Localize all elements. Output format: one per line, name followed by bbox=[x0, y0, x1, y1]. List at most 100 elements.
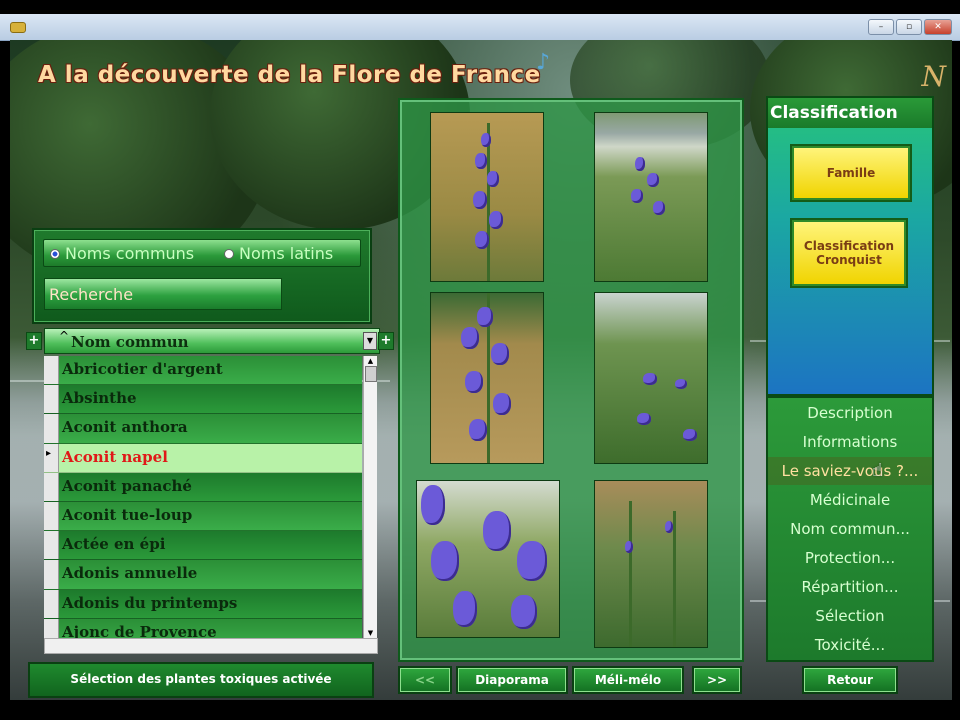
menu-item-le-saviez-vous[interactable]: Le saviez-vous ?... bbox=[768, 457, 932, 485]
scroll-thumb[interactable] bbox=[365, 366, 377, 382]
photo-flower bbox=[647, 173, 659, 187]
list-item-label: Absinthe bbox=[62, 389, 137, 408]
plant-photo[interactable] bbox=[594, 480, 708, 648]
photo-flower bbox=[461, 327, 479, 349]
photo-flower bbox=[493, 393, 511, 415]
list-item[interactable]: Aconit anthora bbox=[44, 414, 362, 444]
classification-title: Classification bbox=[768, 98, 932, 128]
photo-flower bbox=[483, 511, 511, 551]
menu-item-description[interactable]: Description bbox=[768, 399, 932, 427]
menu-item-selection[interactable]: Sélection bbox=[768, 602, 932, 630]
name-mode-panel: Noms communs Noms latins Recherche bbox=[32, 228, 372, 324]
list-item-label: Aconit anthora bbox=[62, 418, 188, 437]
next-button[interactable]: >> bbox=[692, 666, 742, 694]
list-item-label: Adonis du printemps bbox=[62, 593, 238, 612]
app-stage: A la découverte de la Flore de France ♪ … bbox=[10, 40, 952, 700]
minimize-button[interactable]: – bbox=[868, 19, 894, 35]
plant-photo[interactable] bbox=[594, 112, 708, 282]
photo-flower bbox=[631, 189, 643, 203]
row-gutter bbox=[44, 414, 59, 443]
list-vertical-scrollbar[interactable]: ▲ ▼ bbox=[363, 356, 377, 638]
list-item[interactable]: Actée en épi bbox=[44, 531, 362, 561]
slideshow-button[interactable]: Diaporama bbox=[456, 666, 568, 694]
list-item-label: Abricotier d'argent bbox=[62, 360, 223, 378]
family-button[interactable]: Famille bbox=[792, 146, 910, 200]
add-left-button[interactable]: + bbox=[26, 332, 42, 350]
scroll-up-icon[interactable]: ▲ bbox=[364, 356, 377, 366]
plant-list: + Nom commun ▼ ^ + Abricotier d'argent A… bbox=[20, 326, 394, 656]
menu-item-medicinale[interactable]: Médicinale bbox=[768, 486, 932, 514]
add-right-button[interactable]: + bbox=[378, 332, 394, 350]
list-header-label: Nom commun bbox=[71, 333, 189, 351]
status-bar: Sélection des plantes toxiques activée bbox=[28, 662, 374, 698]
cronquist-button[interactable]: Classification Cronquist bbox=[792, 220, 906, 286]
sort-indicator-icon: ^ bbox=[59, 329, 70, 343]
photo-flower bbox=[653, 201, 665, 215]
list-item[interactable]: Ajonc de Provence bbox=[44, 618, 362, 638]
photo-flower bbox=[465, 371, 483, 393]
list-item[interactable]: Adonis annuelle bbox=[44, 560, 362, 590]
plant-photo[interactable] bbox=[594, 292, 708, 464]
row-gutter bbox=[44, 501, 59, 531]
row-gutter bbox=[44, 472, 59, 501]
plant-photo[interactable] bbox=[430, 112, 544, 282]
list-item[interactable]: Absinthe bbox=[44, 385, 362, 415]
photo-flower bbox=[643, 373, 657, 385]
plant-photo[interactable] bbox=[416, 480, 560, 638]
scroll-down-icon[interactable]: ▼ bbox=[364, 628, 377, 638]
radio-common-names[interactable]: Noms communs bbox=[50, 244, 194, 263]
close-button[interactable]: ✕ bbox=[924, 19, 952, 35]
info-menu: Description Informations Le saviez-vous … bbox=[766, 396, 934, 662]
list-item[interactable]: Abricotier d'argent bbox=[44, 356, 362, 386]
radio-unselected-icon bbox=[224, 248, 234, 259]
menu-item-repartition[interactable]: Répartition... bbox=[768, 573, 932, 601]
list-item[interactable]: Aconit tue-loup bbox=[44, 501, 362, 532]
list-horizontal-scrollbar[interactable] bbox=[44, 638, 378, 654]
top-frame bbox=[0, 0, 960, 14]
photo-flower bbox=[637, 413, 651, 425]
window-controls: – ▫ ✕ bbox=[868, 19, 952, 35]
plant-photo[interactable] bbox=[430, 292, 544, 464]
photo-flower bbox=[421, 485, 445, 525]
menu-item-nom-commun[interactable]: Nom commun... bbox=[768, 515, 932, 543]
back-button[interactable]: Retour bbox=[802, 666, 898, 694]
mix-button[interactable]: Méli-mélo bbox=[572, 666, 684, 694]
maximize-button[interactable]: ▫ bbox=[896, 19, 922, 35]
photo-flower bbox=[453, 591, 477, 627]
list-item-label: Aconit panaché bbox=[62, 476, 192, 495]
menu-item-protection[interactable]: Protection... bbox=[768, 544, 932, 572]
radio-selected-icon bbox=[50, 248, 60, 259]
list-header[interactable]: Nom commun ▼ ^ bbox=[44, 328, 380, 354]
list-item-label: Aconit napel bbox=[62, 447, 168, 466]
photo-background bbox=[595, 113, 707, 281]
app-title: A la découverte de la Flore de France bbox=[38, 62, 541, 88]
photo-flower bbox=[431, 541, 459, 581]
photo-flower bbox=[517, 541, 547, 581]
photo-flower bbox=[469, 419, 487, 441]
photo-flower bbox=[489, 211, 503, 229]
radio-label: Noms communs bbox=[65, 244, 195, 263]
photo-flower bbox=[491, 343, 509, 365]
sort-dropdown-icon[interactable]: ▼ bbox=[363, 332, 377, 350]
previous-button[interactable]: << bbox=[398, 666, 452, 694]
row-gutter bbox=[44, 618, 59, 638]
row-gutter bbox=[44, 356, 59, 385]
list-item-selected[interactable]: Aconit napel bbox=[44, 443, 362, 473]
menu-item-informations[interactable]: Informations bbox=[768, 428, 932, 456]
search-input[interactable]: Recherche bbox=[44, 278, 282, 310]
list-item[interactable]: Adonis du printemps bbox=[44, 589, 362, 619]
row-gutter bbox=[44, 443, 59, 472]
photo-flower bbox=[475, 153, 487, 169]
radio-latin-names[interactable]: Noms latins bbox=[224, 244, 333, 263]
photo-flower bbox=[477, 307, 493, 327]
list-item[interactable]: Aconit panaché bbox=[44, 472, 362, 502]
list-item-label: Actée en épi bbox=[62, 535, 166, 554]
photo-flower bbox=[475, 231, 489, 249]
photo-flower bbox=[487, 171, 499, 187]
photo-flower bbox=[675, 379, 687, 389]
photo-flower bbox=[473, 191, 487, 209]
photo-flower bbox=[635, 157, 645, 171]
list-item-label: Adonis annuelle bbox=[62, 564, 198, 583]
menu-item-toxicite[interactable]: Toxicité... bbox=[768, 631, 932, 659]
music-note-icon[interactable]: ♪ bbox=[536, 50, 550, 75]
